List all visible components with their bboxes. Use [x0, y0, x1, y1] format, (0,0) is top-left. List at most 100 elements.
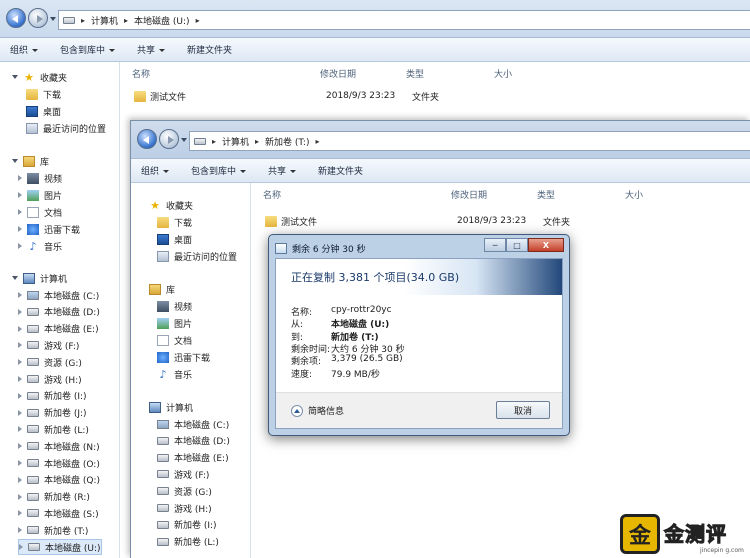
share-button[interactable]: 共享 — [137, 43, 166, 56]
recent-pages-icon[interactable] — [50, 17, 56, 21]
nav-downloads[interactable]: 下载 — [26, 86, 61, 102]
fewer-details-toggle[interactable]: 简略信息 — [291, 404, 344, 417]
nav-documents[interactable]: 文档 — [18, 204, 62, 220]
drive-label: 本地磁盘 (C:) — [174, 420, 230, 431]
nav-drive[interactable]: 新加卷 (L:) — [157, 534, 219, 550]
nav-favorites[interactable]: ★ 收藏夹 — [12, 69, 67, 85]
command-bar: 组织 包含到库中 共享 新建文件夹 — [131, 159, 750, 183]
maximize-button[interactable]: □ — [506, 238, 528, 252]
new-folder-button[interactable]: 新建文件夹 — [187, 43, 232, 56]
library-icon — [23, 155, 35, 167]
nav-drive[interactable]: 本地磁盘 (Q:) — [18, 472, 100, 488]
nav-downloads[interactable]: 下载 — [157, 214, 192, 230]
computer-icon — [149, 401, 161, 413]
nav-drive[interactable]: 本地磁盘 (C:) — [18, 287, 99, 303]
nav-drive[interactable]: 游戏 (F:) — [157, 466, 209, 482]
close-button[interactable]: X — [528, 238, 564, 252]
detail-key: 剩余时间: — [291, 344, 331, 355]
drive-icon — [27, 526, 39, 535]
new-folder-button[interactable]: 新建文件夹 — [318, 164, 363, 177]
nav-recent[interactable]: 最近访问的位置 — [26, 120, 106, 136]
nav-desktop[interactable]: 桌面 — [26, 103, 61, 119]
nav-computer[interactable]: 计算机 — [149, 399, 193, 415]
breadcrumb-drive[interactable]: 本地磁盘 (U:) — [134, 14, 190, 27]
share-button[interactable]: 共享 — [268, 164, 297, 177]
nav-drive[interactable]: 游戏 (F:) — [18, 337, 79, 353]
nav-drive[interactable]: 游戏 (H:) — [157, 500, 212, 516]
nav-drive[interactable]: 新加卷 (T:) — [18, 522, 88, 538]
column-size[interactable]: 大小 — [494, 67, 512, 80]
nav-pictures[interactable]: 图片 — [157, 315, 192, 331]
detail-key: 速度: — [291, 369, 313, 380]
nav-desktop[interactable]: 桌面 — [157, 231, 192, 247]
nav-music[interactable]: ♪ 音乐 — [18, 238, 62, 254]
nav-favorites[interactable]: ★ 收藏夹 — [149, 197, 193, 213]
minimize-button[interactable]: ─ — [484, 238, 506, 252]
nav-videos[interactable]: 视频 — [157, 298, 192, 314]
recent-pages-icon[interactable] — [181, 138, 187, 142]
nav-videos[interactable]: 视频 — [18, 170, 62, 186]
nav-drive[interactable]: 新加卷 (I:) — [157, 517, 217, 533]
nav-drive[interactable]: 本地磁盘 (E:) — [18, 321, 99, 337]
logo-badge: 金 — [620, 514, 660, 554]
nav-libraries[interactable]: 库 — [12, 153, 49, 169]
nav-documents[interactable]: 文档 — [157, 332, 192, 348]
drive-icon — [194, 137, 206, 145]
drive-icon — [27, 509, 39, 518]
nav-drive[interactable]: 资源 (G:) — [18, 354, 82, 370]
nav-drive[interactable]: 本地磁盘 (S:) — [18, 505, 99, 521]
column-date[interactable]: 修改日期 — [320, 67, 356, 80]
dialog-body: 正在复制 3,381 个项目(34.0 GB) 名称: cpy-rottr20yc… — [275, 258, 563, 429]
breadcrumb-computer[interactable]: 计算机 — [222, 135, 249, 148]
file-row[interactable]: 测试文件 2018/9/3 23:23 文件夹 — [134, 88, 534, 104]
nav-drive[interactable]: 本地磁盘 (U:) — [18, 539, 102, 555]
nav-music[interactable]: ♪ 音乐 — [157, 366, 192, 382]
nav-thunder-downloads[interactable]: 迅雷下载 — [18, 221, 80, 237]
column-name[interactable]: 名称 — [263, 188, 281, 201]
column-type[interactable]: 类型 — [537, 188, 555, 201]
nav-drive[interactable]: 新加卷 (R:) — [18, 489, 90, 505]
organize-button[interactable]: 组织 — [141, 164, 170, 177]
path-box[interactable]: ▸ 计算机 ▸ 新加卷 (T:) ▸ — [189, 131, 750, 151]
nav-drive[interactable]: 本地磁盘 (O:) — [18, 455, 100, 471]
fewer-details-label: 简略信息 — [308, 407, 345, 417]
nav-drive[interactable]: 游戏 (H:) — [18, 371, 82, 387]
path-box[interactable]: ▸ 计算机 ▸ 本地磁盘 (U:) ▸ — [58, 10, 750, 30]
thunder-icon — [27, 223, 39, 235]
detail-key: 剩余项: — [291, 357, 322, 368]
breadcrumb-drive[interactable]: 新加卷 (T:) — [265, 135, 309, 148]
column-name[interactable]: 名称 — [132, 67, 150, 80]
nav-recent[interactable]: 最近访问的位置 — [157, 248, 237, 264]
nav-drive[interactable]: 新加卷 (L:) — [18, 421, 89, 437]
file-row[interactable]: 测试文件 2018/9/3 23:23 文件夹 — [265, 213, 665, 229]
back-button[interactable] — [6, 8, 26, 28]
nav-drive[interactable]: 本地磁盘 (C:) — [157, 416, 229, 432]
nav-drive[interactable]: 本地磁盘 (N:) — [18, 438, 100, 454]
nav-drive[interactable]: 本地磁盘 (D:) — [157, 433, 230, 449]
breadcrumb-computer[interactable]: 计算机 — [91, 14, 118, 27]
nav-drive[interactable]: 本地磁盘 (D:) — [18, 304, 100, 320]
dialog-titlebar[interactable]: 剩余 6 分钟 30 秒 — [275, 239, 366, 257]
organize-button[interactable]: 组织 — [10, 43, 39, 56]
back-button[interactable] — [137, 129, 157, 149]
forward-button[interactable] — [159, 129, 179, 149]
column-type[interactable]: 类型 — [406, 67, 424, 80]
nav-drive[interactable]: 资源 (G:) — [157, 483, 212, 499]
library-icon — [149, 283, 161, 295]
nav-thunder-downloads[interactable]: 迅雷下载 — [157, 349, 210, 365]
drive-icon — [27, 475, 39, 484]
nav-pictures[interactable]: 图片 — [18, 187, 62, 203]
cancel-button[interactable]: 取消 — [496, 401, 550, 419]
nav-libraries[interactable]: 库 — [149, 281, 175, 297]
column-size[interactable]: 大小 — [625, 188, 643, 201]
forward-button[interactable] — [28, 8, 48, 28]
separator-icon: ▸ — [124, 15, 129, 25]
nav-computer[interactable]: 计算机 — [12, 270, 67, 286]
nav-drive[interactable]: 新加卷 (J:) — [18, 405, 87, 421]
column-date[interactable]: 修改日期 — [451, 188, 487, 201]
include-in-library-button[interactable]: 包含到库中 — [60, 43, 116, 56]
include-in-library-button[interactable]: 包含到库中 — [191, 164, 247, 177]
nav-drive[interactable]: 新加卷 (I:) — [18, 388, 87, 404]
drive-icon — [157, 419, 169, 429]
nav-drive[interactable]: 本地磁盘 (E:) — [157, 450, 229, 466]
